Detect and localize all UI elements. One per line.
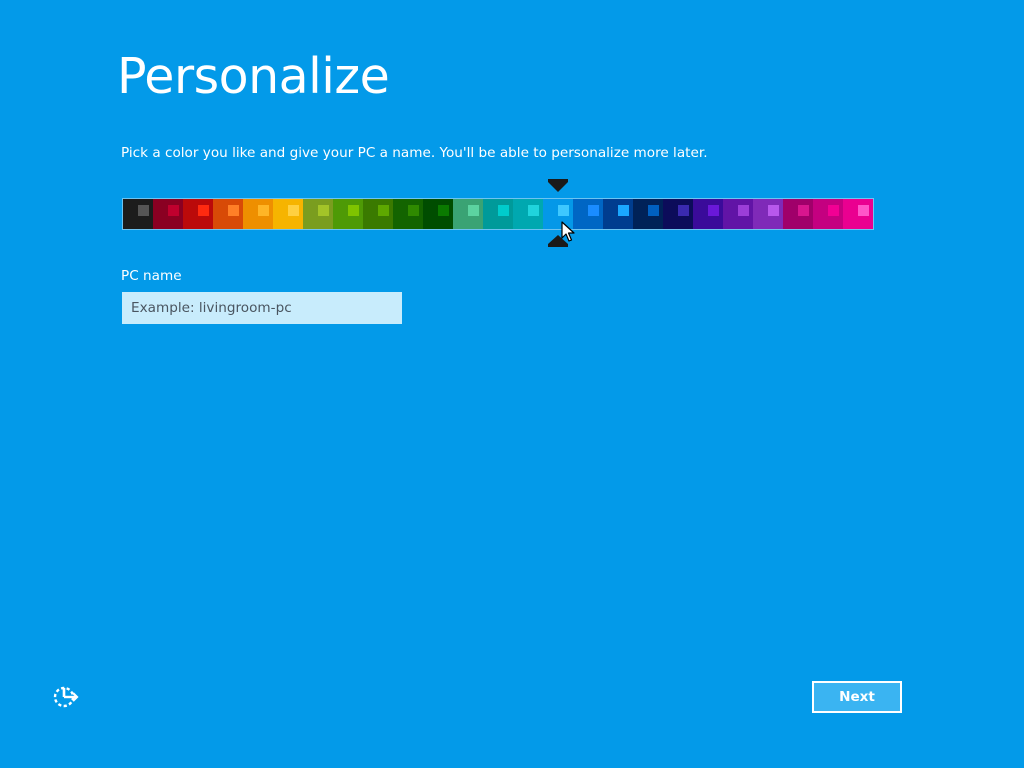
color-swatch-accent [708,205,719,216]
color-swatch[interactable] [183,199,213,229]
color-swatch[interactable] [303,199,333,229]
color-swatch-accent [408,205,419,216]
color-swatch[interactable] [213,199,243,229]
color-swatch[interactable] [723,199,753,229]
ease-of-access-icon[interactable] [52,684,80,710]
color-slider-top-handle[interactable] [548,179,568,192]
color-swatch-accent [198,205,209,216]
color-swatch-accent [138,205,149,216]
color-swatch[interactable] [123,199,153,229]
color-swatch-accent [498,205,509,216]
color-swatch-accent [828,205,839,216]
mouse-pointer-icon [561,221,575,243]
color-swatch-accent [528,205,539,216]
color-swatch[interactable] [843,199,873,229]
color-swatch-accent [648,205,659,216]
color-swatch-accent [588,205,599,216]
color-swatch[interactable] [483,199,513,229]
color-swatch[interactable] [813,199,843,229]
color-swatch-accent [858,205,869,216]
pc-name-input[interactable] [122,292,402,324]
color-swatch-accent [168,205,179,216]
color-swatch-accent [348,205,359,216]
next-button[interactable]: Next [812,681,902,713]
color-swatch-accent [618,205,629,216]
color-swatch[interactable] [603,199,633,229]
color-swatch[interactable] [333,199,363,229]
color-swatch-accent [318,205,329,216]
color-swatch-accent [438,205,449,216]
color-swatch[interactable] [273,199,303,229]
color-swatch[interactable] [453,199,483,229]
color-swatch-accent [678,205,689,216]
color-swatch[interactable] [363,199,393,229]
color-swatch[interactable] [513,199,543,229]
color-swatch-accent [798,205,809,216]
color-swatch[interactable] [393,199,423,229]
color-swatch[interactable] [753,199,783,229]
color-swatch-accent [288,205,299,216]
color-swatch[interactable] [243,199,273,229]
color-swatch[interactable] [633,199,663,229]
color-swatch-accent [378,205,389,216]
color-swatch[interactable] [663,199,693,229]
instruction-text: Pick a color you like and give your PC a… [121,145,708,161]
page-title: Personalize [117,48,390,105]
color-swatch-accent [558,205,569,216]
color-swatch[interactable] [693,199,723,229]
color-swatch-accent [738,205,749,216]
color-swatch-accent [768,205,779,216]
pc-name-label: PC name [121,268,182,284]
color-swatch[interactable] [153,199,183,229]
color-swatch-accent [228,205,239,216]
color-swatch-accent [468,205,479,216]
color-swatch[interactable] [573,199,603,229]
color-swatch[interactable] [783,199,813,229]
color-picker [122,198,874,230]
color-swatch-accent [258,205,269,216]
color-swatch[interactable] [423,199,453,229]
